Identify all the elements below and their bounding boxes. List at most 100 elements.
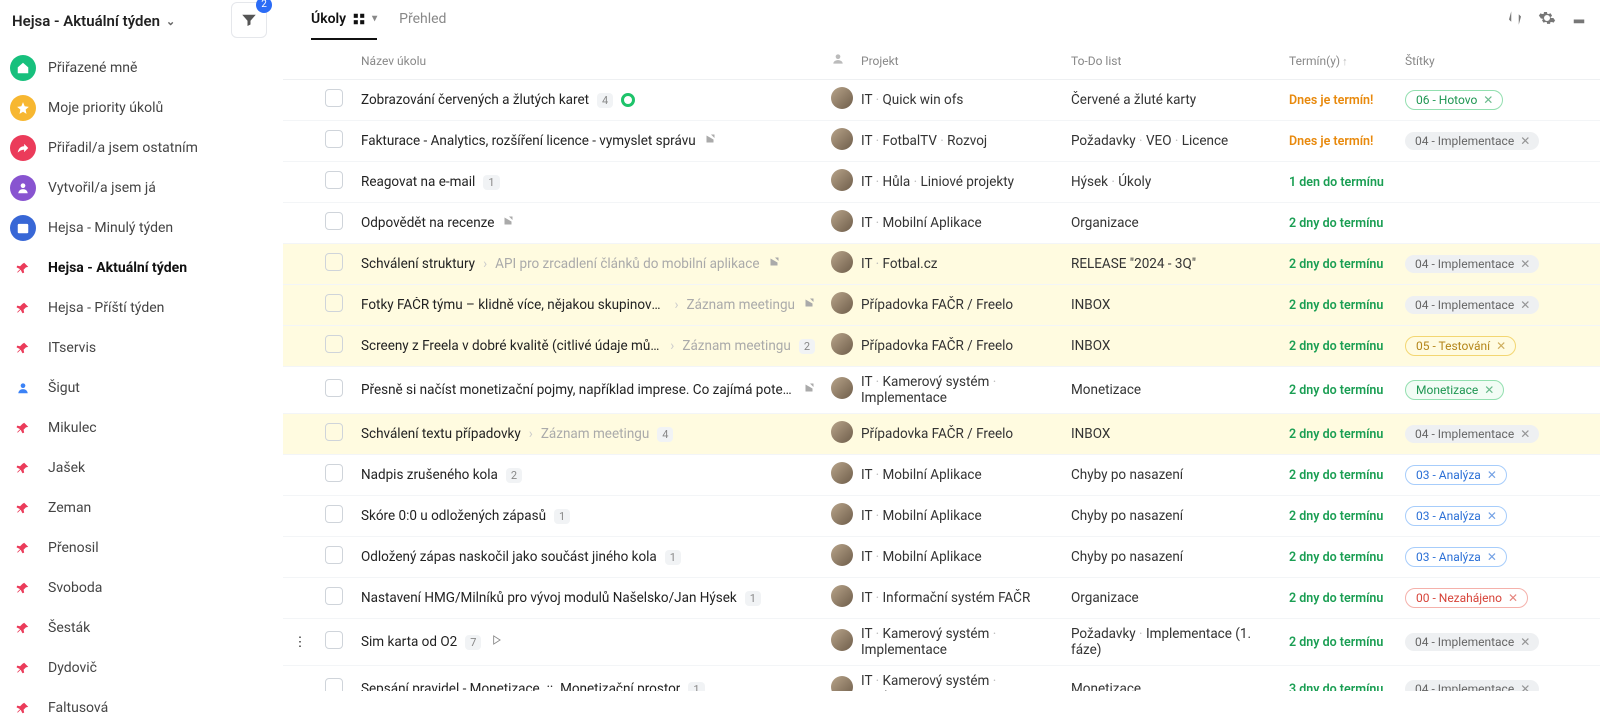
todo-cell[interactable]: Červené a žluté karty <box>1063 80 1281 121</box>
task-name[interactable]: Skóre 0:0 u odložených zápasů1 <box>361 508 815 524</box>
tag[interactable]: 03 - Analýza✕ <box>1405 506 1507 526</box>
row-gutter[interactable] <box>283 244 317 285</box>
todo-cell[interactable]: Organizace <box>1063 578 1281 619</box>
table-row[interactable]: Sepsání pravidel - Monetizace .::. Monet… <box>283 666 1600 692</box>
row-checkbox[interactable] <box>317 326 353 367</box>
row-gutter[interactable] <box>283 537 317 578</box>
task-name[interactable]: Schválení struktury›API pro zrcadlení čl… <box>361 256 815 272</box>
col-name[interactable]: Název úkolu <box>353 40 823 80</box>
row-checkbox[interactable] <box>317 619 353 666</box>
project-cell[interactable]: IT · Kamerový systém · Implementace <box>853 619 1063 666</box>
table-row[interactable]: Schválení struktury›API pro zrcadlení čl… <box>283 244 1600 285</box>
row-checkbox[interactable] <box>317 285 353 326</box>
row-checkbox[interactable] <box>317 121 353 162</box>
row-checkbox[interactable] <box>317 162 353 203</box>
tag[interactable]: 05 - Testování✕ <box>1405 336 1516 356</box>
sidebar-item-7[interactable]: ITservis <box>0 328 225 368</box>
project-cell[interactable]: IT · Kamerový systém · Implementace <box>853 367 1063 414</box>
assignee-cell[interactable] <box>823 285 853 326</box>
task-name[interactable]: Reagovat na e-mail1 <box>361 174 815 190</box>
col-tags[interactable]: Štítky <box>1397 40 1600 80</box>
project-cell[interactable]: IT · Mobilní Aplikace <box>853 203 1063 244</box>
tag-remove-icon[interactable]: ✕ <box>1483 93 1493 107</box>
task-name[interactable]: Fotky FAČR týmu – klidně více, nějakou s… <box>361 297 815 313</box>
task-name[interactable]: Zobrazování červených a žlutých karet4 <box>361 92 815 108</box>
sidebar-item-6[interactable]: Hejsa - Příští týden <box>0 288 225 328</box>
tag-remove-icon[interactable]: ✕ <box>1487 550 1497 564</box>
sidebar-title[interactable]: Hejsa - Aktuální týden ⌄ <box>0 8 225 48</box>
sidebar-item-3[interactable]: Vytvořil/a jsem já <box>0 168 225 208</box>
sidebar-item-8[interactable]: Šigut <box>0 368 225 408</box>
row-gutter[interactable] <box>283 496 317 537</box>
row-gutter[interactable] <box>283 326 317 367</box>
sidebar-item-15[interactable]: Dydovič <box>0 648 225 688</box>
task-name[interactable]: Sim karta od O27 <box>361 633 815 651</box>
task-name[interactable]: Nadpis zrušeného kola2 <box>361 467 815 483</box>
row-checkbox[interactable] <box>317 367 353 414</box>
table-row[interactable]: Zobrazování červených a žlutých karet4 IT… <box>283 80 1600 121</box>
todo-cell[interactable]: Organizace <box>1063 203 1281 244</box>
settings-icon[interactable] <box>1538 9 1556 31</box>
row-gutter[interactable] <box>283 285 317 326</box>
table-row[interactable]: Fakturace - Analytics, rozšíření licence… <box>283 121 1600 162</box>
col-project[interactable]: Projekt <box>853 40 1063 80</box>
sidebar-item-12[interactable]: Přenosil <box>0 528 225 568</box>
tag-remove-icon[interactable]: ✕ <box>1520 298 1530 312</box>
tag-remove-icon[interactable]: ✕ <box>1487 468 1497 482</box>
task-name[interactable]: Sepsání pravidel - Monetizace .::. Monet… <box>361 681 815 691</box>
project-cell[interactable]: IT · Quick win ofs <box>853 80 1063 121</box>
task-name[interactable]: Schválení textu případovky›Záznam meetin… <box>361 426 815 442</box>
row-checkbox[interactable] <box>317 666 353 692</box>
row-gutter[interactable] <box>283 666 317 692</box>
tag[interactable]: 04 - Implementace✕ <box>1405 255 1539 273</box>
col-due[interactable]: Termín(y)↑ <box>1281 40 1397 80</box>
row-checkbox[interactable] <box>317 244 353 285</box>
assignee-cell[interactable] <box>823 578 853 619</box>
share-icon[interactable] <box>1570 9 1588 31</box>
tag-remove-icon[interactable]: ✕ <box>1508 591 1518 605</box>
tag-remove-icon[interactable]: ✕ <box>1484 383 1494 397</box>
table-row[interactable]: Odpovědět na recenzeIT · Mobilní Aplikac… <box>283 203 1600 244</box>
todo-cell[interactable]: Chyby po nasazení <box>1063 537 1281 578</box>
tag[interactable]: 04 - Implementace✕ <box>1405 132 1539 150</box>
row-gutter[interactable] <box>283 414 317 455</box>
col-assignee[interactable] <box>823 40 853 80</box>
assignee-cell[interactable] <box>823 80 853 121</box>
table-row[interactable]: Reagovat na e-mail1 IT · Hůla · Liniové p… <box>283 162 1600 203</box>
todo-cell[interactable]: Monetizace <box>1063 367 1281 414</box>
assignee-cell[interactable] <box>823 414 853 455</box>
sidebar-item-16[interactable]: Faltusová <box>0 688 225 728</box>
tag-remove-icon[interactable]: ✕ <box>1520 257 1530 271</box>
assignee-cell[interactable] <box>823 666 853 692</box>
assignee-cell[interactable] <box>823 244 853 285</box>
tag-remove-icon[interactable]: ✕ <box>1496 339 1506 353</box>
project-cell[interactable]: IT · FotbalTV · Rozvoj <box>853 121 1063 162</box>
project-cell[interactable]: IT · Mobilní Aplikace <box>853 537 1063 578</box>
todo-cell[interactable]: Požadavky · Implementace (1. fáze) <box>1063 619 1281 666</box>
project-cell[interactable]: IT · Mobilní Aplikace <box>853 455 1063 496</box>
sidebar-item-9[interactable]: Mikulec <box>0 408 225 448</box>
row-gutter[interactable]: ⋮ <box>283 619 317 666</box>
tag-remove-icon[interactable]: ✕ <box>1520 427 1530 441</box>
project-cell[interactable]: Případovka FAČR / Freelo <box>853 285 1063 326</box>
todo-cell[interactable]: INBOX <box>1063 414 1281 455</box>
todo-cell[interactable]: Monetizace <box>1063 666 1281 692</box>
col-todo[interactable]: To-Do list <box>1063 40 1281 80</box>
task-name[interactable]: Screeny z Freela v dobré kvalitě (citliv… <box>361 338 815 354</box>
assignee-cell[interactable] <box>823 619 853 666</box>
row-checkbox[interactable] <box>317 496 353 537</box>
assignee-cell[interactable] <box>823 537 853 578</box>
row-gutter[interactable] <box>283 162 317 203</box>
table-row[interactable]: Fotky FAČR týmu – klidně více, nějakou s… <box>283 285 1600 326</box>
todo-cell[interactable]: Hýsek · Úkoly <box>1063 162 1281 203</box>
project-cell[interactable]: IT · Hůla · Liniové projekty <box>853 162 1063 203</box>
row-checkbox[interactable] <box>317 414 353 455</box>
table-row[interactable]: ⋮ Sim karta od O27 IT · Kamerový systém · … <box>283 619 1600 666</box>
row-checkbox[interactable] <box>317 455 353 496</box>
tag[interactable]: 03 - Analýza✕ <box>1405 547 1507 567</box>
task-name[interactable]: Fakturace - Analytics, rozšíření licence… <box>361 133 815 149</box>
table-row[interactable]: Nadpis zrušeného kola2 IT · Mobilní Aplik… <box>283 455 1600 496</box>
row-gutter[interactable] <box>283 455 317 496</box>
row-gutter[interactable] <box>283 578 317 619</box>
row-checkbox[interactable] <box>317 578 353 619</box>
